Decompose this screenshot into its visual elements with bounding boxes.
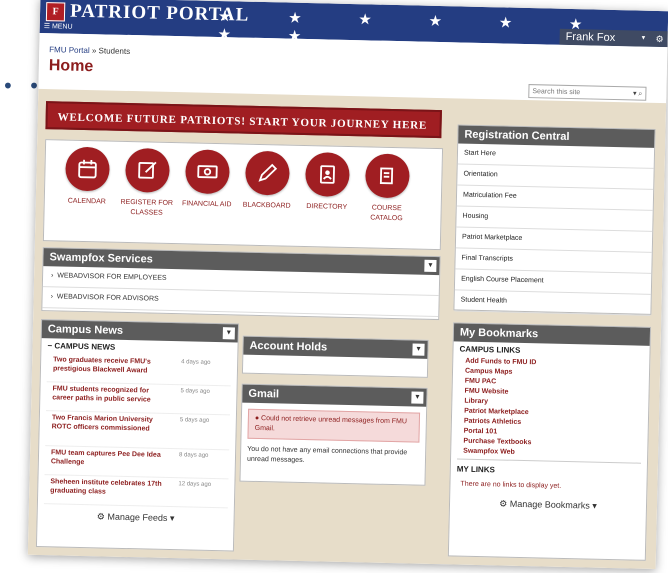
quick-link-label: COURSE CATALOG xyxy=(370,204,403,223)
quick-link-financial-aid[interactable]: FINANCIAL AID xyxy=(179,149,236,210)
news-date: 8 days ago xyxy=(178,452,209,459)
alert-icon: ● xyxy=(254,414,260,423)
user-name: Frank Fox xyxy=(565,30,616,44)
swampfox-link-label: WEBADVISOR FOR ADVISORS xyxy=(56,293,159,303)
quick-link-label: DIRECTORY xyxy=(306,203,348,211)
fmu-logo[interactable]: F xyxy=(45,2,66,22)
chevron-down-icon[interactable]: ▾ xyxy=(424,259,437,272)
directory-icon xyxy=(304,152,350,197)
panel-header: Gmail ▾ xyxy=(242,384,427,407)
quick-link-directory[interactable]: DIRECTORY xyxy=(299,152,356,213)
quick-link-blackboard[interactable]: BLACKBOARD xyxy=(239,150,296,212)
news-title[interactable]: Sheheen institute celebrates 17th gradua… xyxy=(50,477,162,498)
news-item[interactable]: Two Francis Marion University ROTC offic… xyxy=(45,411,230,451)
panel-title: Registration Central xyxy=(464,128,570,143)
panel-header: Account Holds ▾ xyxy=(243,336,428,359)
panel-title: Swampfox Services xyxy=(49,251,153,266)
gear-icon: ⚙ xyxy=(96,511,105,522)
breadcrumb-root-link[interactable]: FMU Portal xyxy=(49,45,90,55)
breadcrumb-current: Students xyxy=(98,46,131,56)
quick-links-panel: CALENDAR REGISTER FOR CLASSES FINANCIAL … xyxy=(42,139,444,251)
quick-link-register[interactable]: REGISTER FOR CLASSES xyxy=(118,147,176,219)
news-date: 12 days ago xyxy=(178,481,212,488)
register-icon xyxy=(125,147,170,193)
gmail-error-message: ● Could not retrieve unread messages fro… xyxy=(247,408,421,443)
account-holds-panel: Account Holds ▾ xyxy=(241,335,429,378)
manage-feeds-label: Manage Feeds xyxy=(107,511,168,523)
chevron-down-icon[interactable]: ▾ xyxy=(411,391,424,404)
quick-link-label: REGISTER FOR CLASSES xyxy=(120,198,174,217)
my-bookmarks-panel: My Bookmarks CAMPUS LINKS Add Funds to F… xyxy=(447,322,652,561)
breadcrumb: FMU Portal » Students xyxy=(49,45,130,56)
news-item[interactable]: Two graduates receive FMU's prestigious … xyxy=(46,353,232,387)
chevron-down-icon: ▾ xyxy=(592,500,597,511)
gear-icon: ⚙ xyxy=(499,498,508,509)
portal-screen: F PATRIOT PORTAL ★ ★ ★ ★ ★ ★ ★ ★ ☰ MENU … xyxy=(27,0,668,570)
gmail-note: You do not have any email connections th… xyxy=(246,445,408,465)
panel-title: Account Holds xyxy=(249,339,328,354)
quick-link-calendar[interactable]: CALENDAR xyxy=(59,146,116,207)
quick-link-label: BLACKBOARD xyxy=(242,201,291,210)
news-title[interactable]: FMU team captures Pee Dee Idea Challenge xyxy=(51,448,163,469)
chevron-right-icon: › xyxy=(50,293,54,301)
news-item[interactable]: FMU team captures Pee Dee Idea Challenge… xyxy=(44,446,230,480)
main-content: WELCOME FUTURE PATRIOTS! START YOUR JOUR… xyxy=(27,88,667,570)
swampfox-services-panel: Swampfox Services ▾ › WEBADVISOR FOR EMP… xyxy=(41,247,441,321)
news-item[interactable]: Sheheen institute celebrates 17th gradua… xyxy=(43,475,229,509)
registration-link[interactable]: Student Health xyxy=(454,290,651,316)
quick-link-label: CALENDAR xyxy=(67,197,106,206)
chevron-right-icon: › xyxy=(51,272,54,280)
quick-link-label: FINANCIAL AID xyxy=(181,200,232,209)
panel-title: Gmail xyxy=(248,387,280,401)
manage-bookmarks-label: Manage Bookmarks xyxy=(509,498,590,511)
search-input[interactable]: Search this site ▾ ⌕ xyxy=(528,84,647,101)
menu-button[interactable]: ☰ MENU xyxy=(44,22,73,31)
gear-icon[interactable]: ⚙ xyxy=(655,31,664,47)
menu-label: MENU xyxy=(51,23,73,31)
gmail-error-text: Could not retrieve unread messages from … xyxy=(254,415,408,433)
search-placeholder: Search this site xyxy=(532,88,581,97)
registration-central-panel: Registration Central Start Here Orientat… xyxy=(453,124,656,316)
search-icon[interactable]: ▾ ⌕ xyxy=(633,87,643,101)
news-title[interactable]: FMU students recognized for career paths… xyxy=(52,384,164,405)
gmail-panel: Gmail ▾ ● Could not retrieve unread mess… xyxy=(239,383,428,486)
quick-link-course-catalog[interactable]: COURSE CATALOG xyxy=(358,153,416,224)
campus-news-subtitle: CAMPUS NEWS xyxy=(54,341,116,352)
news-title[interactable]: Two Francis Marion University ROTC offic… xyxy=(52,413,164,434)
news-date: 5 days ago xyxy=(179,417,210,424)
news-date: 4 days ago xyxy=(181,359,211,366)
swampfox-link-label: WEBADVISOR FOR EMPLOYEES xyxy=(57,272,167,282)
news-title[interactable]: Two graduates receive FMU's prestigious … xyxy=(53,355,165,376)
money-icon xyxy=(184,149,230,195)
page-title: Home xyxy=(48,57,94,76)
chevron-down-icon[interactable]: ▾ xyxy=(412,343,425,356)
news-item[interactable]: FMU students recognized for career paths… xyxy=(46,382,231,416)
chevron-down-icon: ▾ xyxy=(169,513,175,524)
campus-news-panel: Campus News ▾ − CAMPUS NEWS Two graduate… xyxy=(35,319,240,552)
calendar-icon xyxy=(65,146,111,192)
chevron-down-icon[interactable]: ▾ xyxy=(222,327,235,340)
panel-title: My Bookmarks xyxy=(459,326,539,341)
manage-bookmarks-button[interactable]: ⚙ Manage Bookmarks ▾ xyxy=(450,491,646,512)
breadcrumb-separator: » xyxy=(91,46,97,56)
welcome-banner[interactable]: WELCOME FUTURE PATRIOTS! START YOUR JOUR… xyxy=(45,101,442,152)
panel-title: Campus News xyxy=(47,323,124,337)
catalog-icon xyxy=(364,153,410,199)
chevron-down-icon: ▾ xyxy=(641,34,646,42)
pencil-icon xyxy=(244,150,290,196)
news-date: 5 days ago xyxy=(180,388,210,395)
